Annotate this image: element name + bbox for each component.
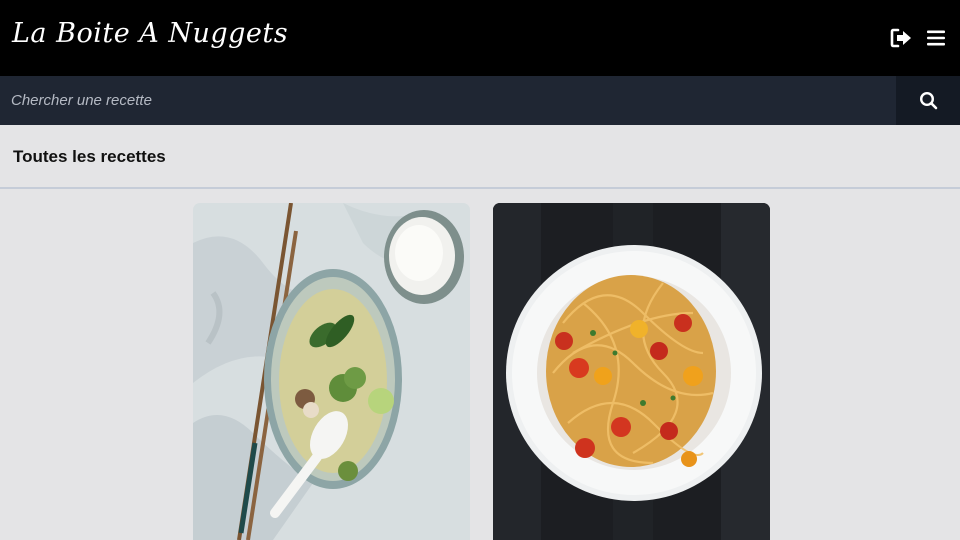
- app-logo[interactable]: La Boite A Nuggets: [12, 18, 288, 49]
- search-bar: [0, 76, 960, 125]
- section-header: Toutes les recettes: [0, 125, 960, 188]
- page-title: Toutes les recettes: [13, 147, 166, 166]
- logout-icon: [890, 28, 911, 48]
- top-bar: La Boite A Nuggets: [0, 0, 960, 76]
- search-input[interactable]: [0, 76, 896, 125]
- recipe-card[interactable]: [193, 203, 470, 540]
- search-icon: [919, 91, 937, 110]
- menu-button[interactable]: [922, 24, 950, 52]
- recipe-image-spaghetti: [493, 203, 770, 540]
- logout-button[interactable]: [887, 24, 915, 52]
- recipe-card[interactable]: [493, 203, 770, 540]
- search-button[interactable]: [896, 76, 960, 125]
- divider: [0, 187, 960, 189]
- hamburger-menu-icon: [927, 30, 945, 46]
- recipe-image-curry: [193, 203, 470, 540]
